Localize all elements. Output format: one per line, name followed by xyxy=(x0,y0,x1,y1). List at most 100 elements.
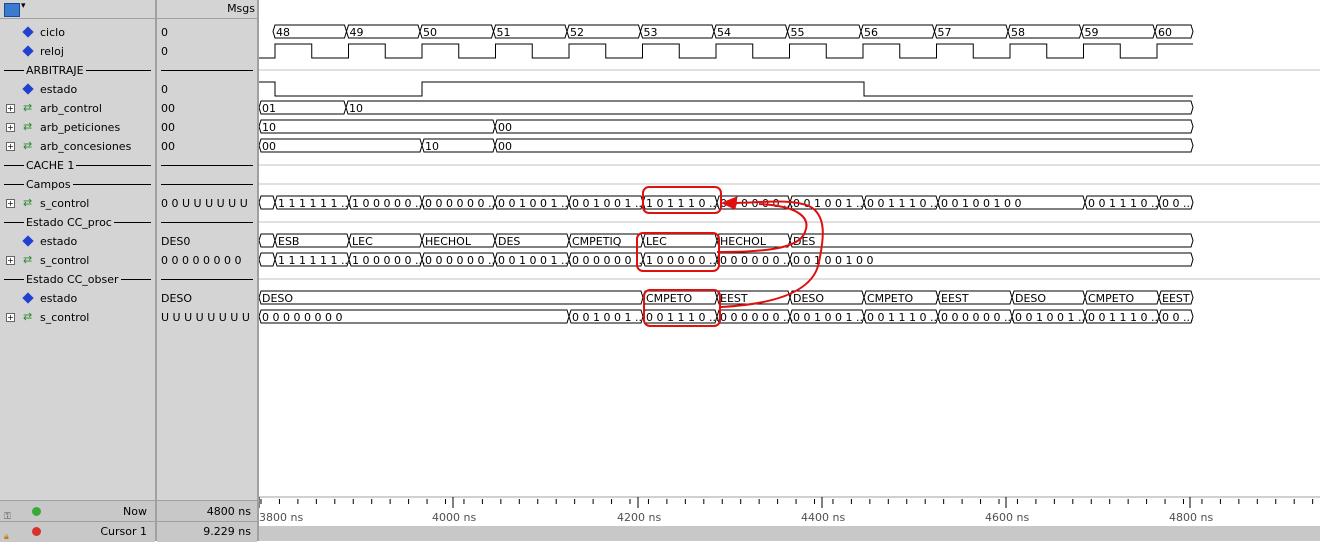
group-value-divider xyxy=(157,61,257,80)
proc-s-control-value-label: 1 0 0 0 0 0 ... xyxy=(352,254,425,267)
ciclo-value-label: 55 xyxy=(791,26,805,39)
group-label: Estado CC_proc xyxy=(24,213,114,232)
signal-group-divider[interactable]: Estado CC_proc xyxy=(0,213,155,232)
signal-name: arb_peticiones xyxy=(40,121,121,134)
ciclo-value-label: 54 xyxy=(717,26,731,39)
proc-s-control-value-label: 0 0 0 0 0 0 ... xyxy=(425,254,498,267)
group-value-divider xyxy=(157,213,257,232)
expand-icon[interactable]: + xyxy=(6,142,15,151)
signal-row[interactable]: estado xyxy=(0,289,155,308)
signal-value: 0 xyxy=(161,26,168,39)
signal-group-divider[interactable]: Estado CC_obser xyxy=(0,270,155,289)
ciclo-value-label: 49 xyxy=(350,26,364,39)
proc-s-control-value-label: 0 0 1 0 0 1 0 0 xyxy=(793,254,873,267)
timeline-tick-label: 4200 ns xyxy=(617,511,661,524)
signal-value: 0 xyxy=(161,45,168,58)
arb-concesiones-value-label: 00 xyxy=(262,140,276,153)
signal-value: 00 xyxy=(161,102,175,115)
obser-s-control-value-label: 0 0 1 0 0 1 ... xyxy=(793,311,866,324)
signal-value-row: 00 xyxy=(157,137,257,156)
waveform-pane[interactable]: 48 49 50 51 52 53 54 55 56 57 58 59 60 01 10 10 00 00 10 00… xyxy=(259,0,1320,541)
signal-value-row: 0 xyxy=(157,80,257,99)
ciclo-value-label: 56 xyxy=(864,26,878,39)
campos-s-control-value-label: 0 0 ... xyxy=(1162,197,1193,210)
signal-row[interactable]: + ⇄ s_control xyxy=(0,251,155,270)
timeline-tick-label: 4800 ns xyxy=(1169,511,1213,524)
obser-s-control-value-label: 0 0 0 0 0 0 0 0 xyxy=(262,311,342,324)
wave-toolbar-icon[interactable] xyxy=(4,3,20,17)
signal-name: ciclo xyxy=(40,26,65,39)
ciclo-value-label: 60 xyxy=(1158,26,1172,39)
expand-icon[interactable]: + xyxy=(6,104,15,113)
name-pane-header: ▾ xyxy=(0,0,155,19)
ciclo-value-label: 52 xyxy=(570,26,584,39)
signal-icon xyxy=(22,292,34,304)
signal-row[interactable]: estado xyxy=(0,232,155,251)
expand-icon[interactable]: + xyxy=(6,313,15,322)
arb-control-value-label: 01 xyxy=(262,102,276,115)
signal-value-pane: Msgs 0 0 0 00 00 00 0 0 U U U U U U DES0 0 0 0 0… xyxy=(157,0,259,542)
proc-s-control-value-label: 1 1 1 1 1 1 ... xyxy=(278,254,351,267)
cursor-value-cell: 9.229 ns xyxy=(157,521,257,542)
ciclo-value-label: 48 xyxy=(276,26,290,39)
group-label: ARBITRAJE xyxy=(24,61,86,80)
obser-s-control-value-label: 0 0 1 0 0 1 ... xyxy=(572,311,645,324)
waveform-canvas[interactable]: 48 49 50 51 52 53 54 55 56 57 58 59 60 01 10 10 00 00 10 00… xyxy=(259,0,1320,541)
remove-icon[interactable] xyxy=(32,527,41,536)
arb-concesiones-segment xyxy=(494,138,1194,153)
obser-estado-value-label: EEST xyxy=(941,292,969,305)
proc-s-control-value-label: 1 0 0 0 0 0 ... xyxy=(646,254,719,267)
signal-row[interactable]: + ⇄ arb_peticiones xyxy=(0,118,155,137)
expand-icon[interactable]: + xyxy=(6,199,15,208)
signal-value: U U U U U U U U xyxy=(161,311,250,324)
signal-row[interactable]: + ⇄ s_control xyxy=(0,194,155,213)
signal-value: 00 xyxy=(161,140,175,153)
obser-s-control-value-label: 0 0 1 1 1 0 ... xyxy=(646,311,719,324)
campos-s-control-value-label: 0 0 0 0 0 0 ... xyxy=(425,197,498,210)
obser-estado-value-label: CMPETO xyxy=(1088,292,1134,305)
reloj-clock-waveform xyxy=(259,43,1193,59)
signal-row[interactable]: + ⇄ arb_concesiones xyxy=(0,137,155,156)
cursor-label: Cursor 1 xyxy=(100,525,147,538)
cursor-track xyxy=(259,526,1320,541)
signal-value-row: 00 xyxy=(157,118,257,137)
timeline-tick-label: 4400 ns xyxy=(801,511,845,524)
signal-group-divider[interactable]: ARBITRAJE xyxy=(0,61,155,80)
signal-group-divider[interactable]: CACHE 1 xyxy=(0,156,155,175)
signal-name: reloj xyxy=(40,45,64,58)
signal-row[interactable]: reloj xyxy=(0,42,155,61)
signal-value-row: DES0 xyxy=(157,232,257,251)
signal-row[interactable]: estado xyxy=(0,80,155,99)
signal-icon xyxy=(22,45,34,57)
chevron-down-icon[interactable]: ▾ xyxy=(21,1,26,11)
add-icon[interactable] xyxy=(32,507,41,516)
signal-row[interactable]: + ⇄ s_control xyxy=(0,308,155,327)
obser-estado-value-label: DESO xyxy=(1015,292,1046,305)
campos-s-control-value-label: 0 0 1 0 0 1 ... xyxy=(572,197,645,210)
expand-icon[interactable]: + xyxy=(6,123,15,132)
signal-icon xyxy=(22,83,34,95)
timeline-tick-label: 3800 ns xyxy=(259,511,303,524)
signal-value: 0 0 U U U U U U xyxy=(161,197,248,210)
group-value-divider xyxy=(157,156,257,175)
signal-row[interactable]: ciclo xyxy=(0,23,155,42)
signal-name: estado xyxy=(40,83,78,96)
ciclo-value-label: 57 xyxy=(938,26,952,39)
lock-icon[interactable]: 🔒︎ xyxy=(4,527,9,547)
obser-s-control-value-label: 0 0 ... xyxy=(1162,311,1193,324)
now-value: 4800 ns xyxy=(206,505,251,518)
expand-icon[interactable]: + xyxy=(6,256,15,265)
signal-group-divider[interactable]: Campos xyxy=(0,175,155,194)
group-divider-line xyxy=(161,70,253,71)
arb-concesiones-segment xyxy=(259,138,423,153)
msgs-label: Msgs xyxy=(227,2,255,15)
ciclo-value-label: 53 xyxy=(644,26,658,39)
obser-s-control-value-label: 0 0 1 0 0 1 ... xyxy=(1015,311,1088,324)
signal-name: estado xyxy=(40,235,78,248)
signal-name: estado xyxy=(40,292,78,305)
proc-s-control-value-label: 0 0 1 0 0 1 ... xyxy=(498,254,571,267)
proc-estado-lead-segment xyxy=(259,233,276,248)
signal-row[interactable]: + ⇄ arb_control xyxy=(0,99,155,118)
signal-value-row: 0 xyxy=(157,23,257,42)
ciclo-value-label: 50 xyxy=(423,26,437,39)
